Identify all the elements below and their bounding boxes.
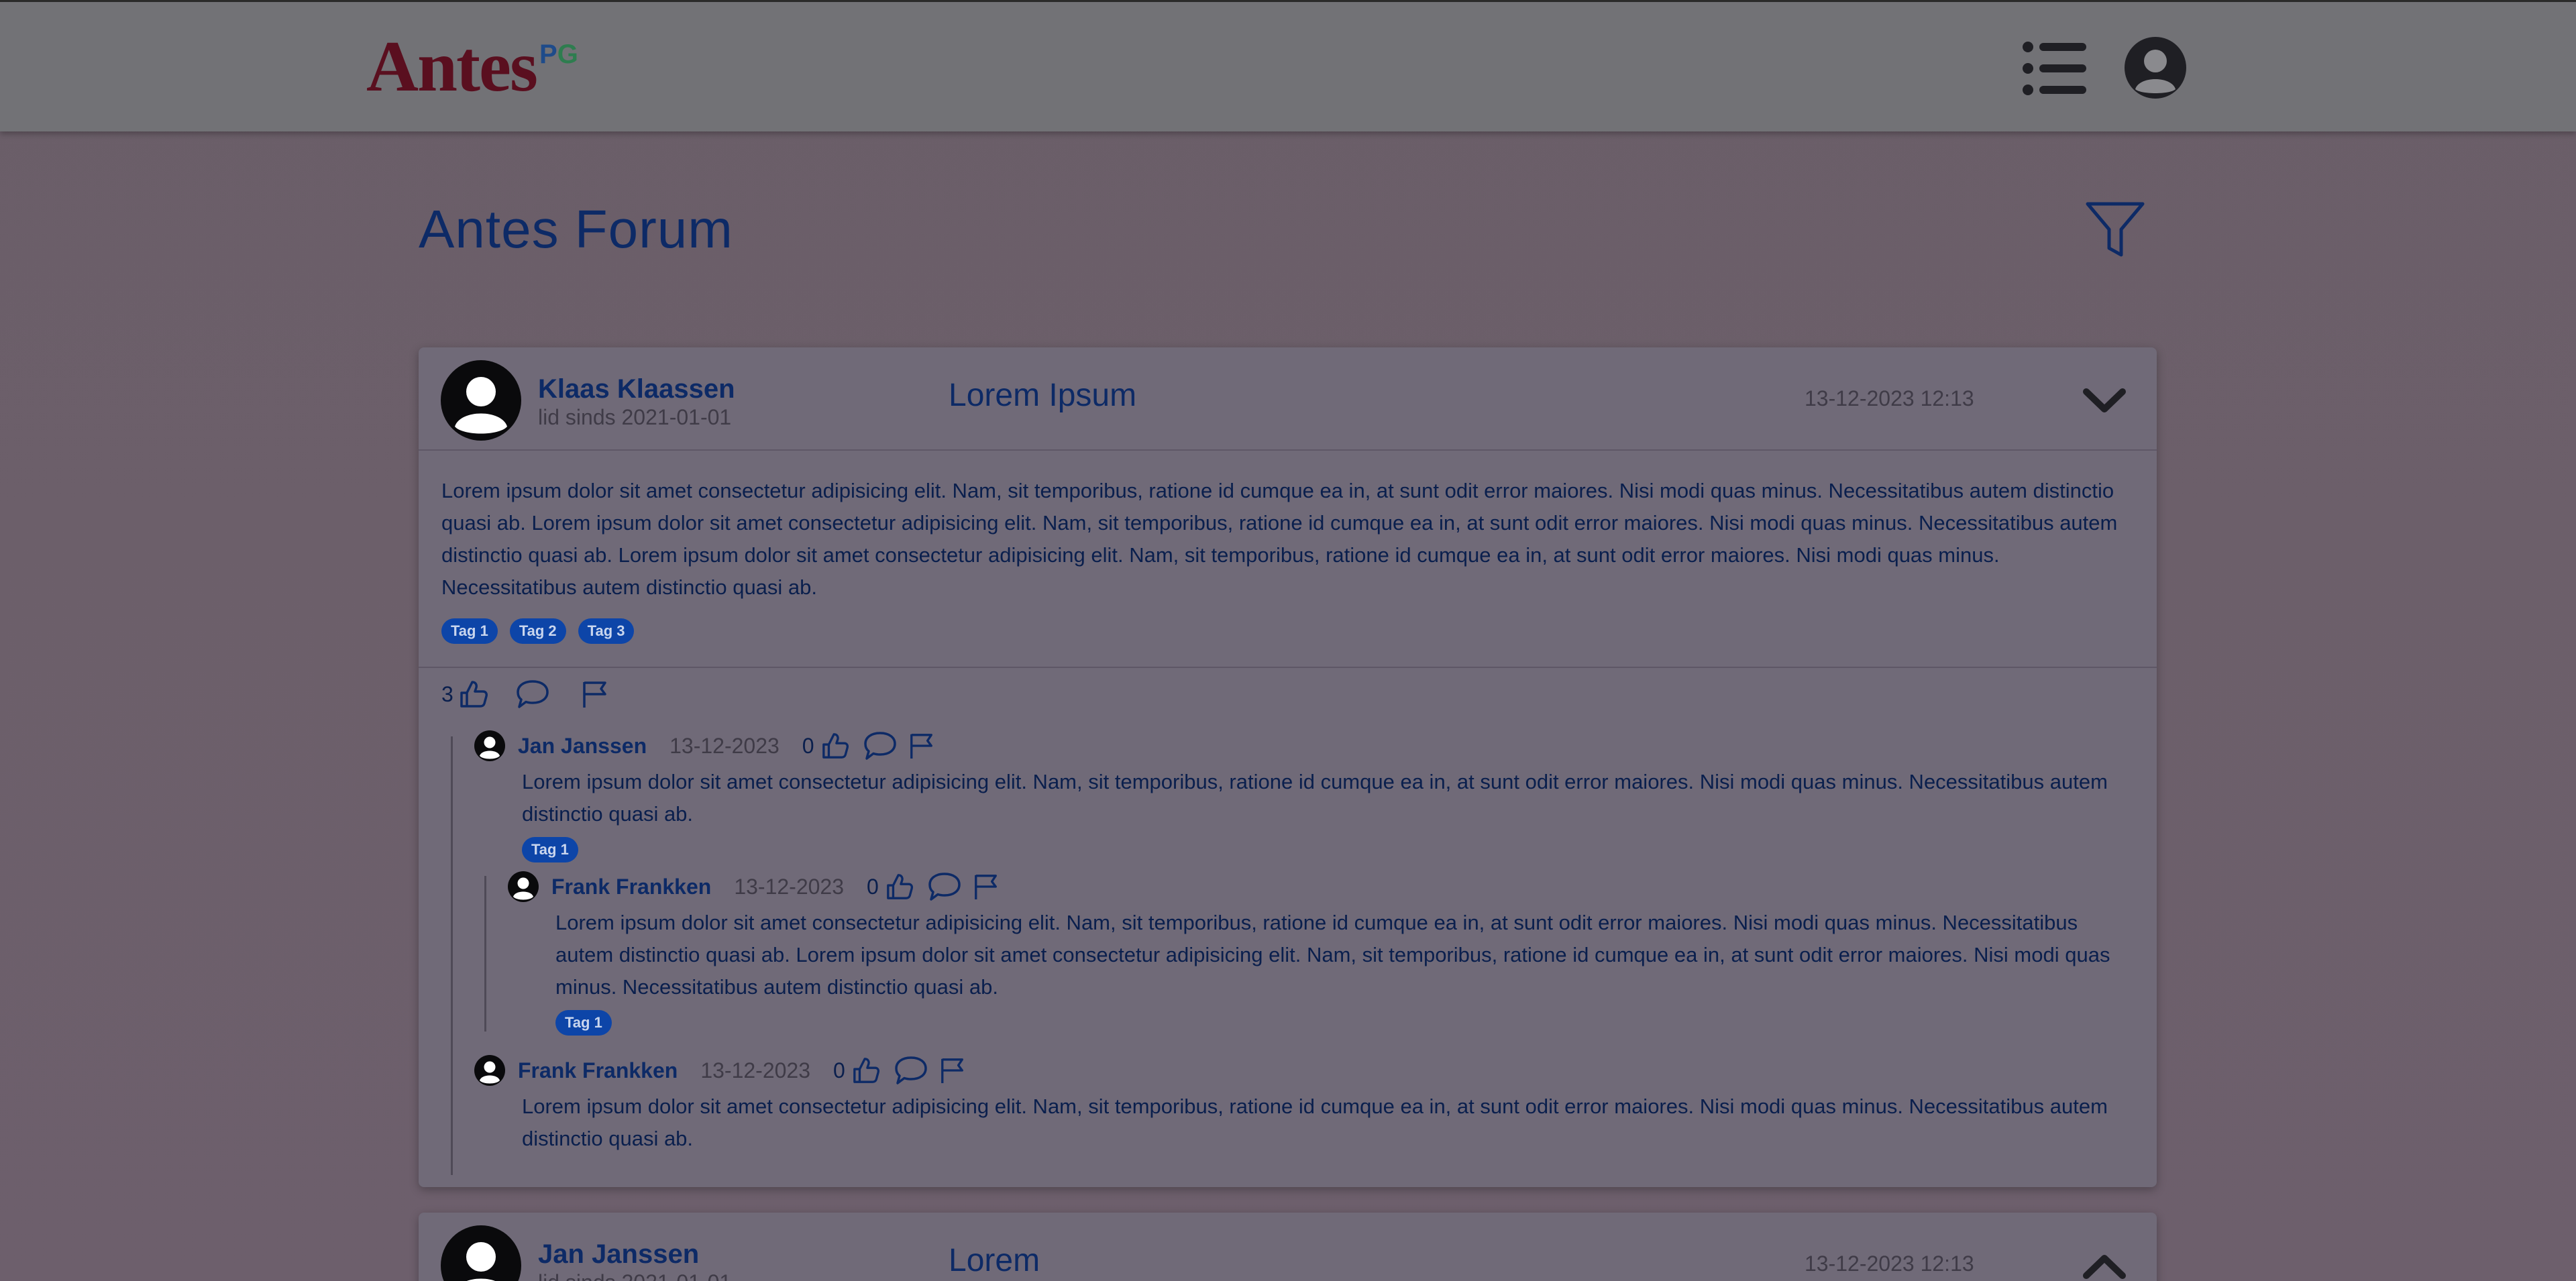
reply-body: Lorem ipsum dolor sit amet consectetur a… [522, 770, 2108, 826]
comment-icon[interactable] [894, 1055, 928, 1086]
user-circle-icon[interactable] [2123, 36, 2188, 100]
thread-line [451, 736, 453, 1175]
reply-body: Lorem ipsum dolor sit amet consectetur a… [555, 911, 2110, 999]
thumbs-up-icon[interactable] [885, 873, 914, 901]
post-body: Lorem ipsum dolor sit amet consectetur a… [441, 479, 2118, 599]
thumbs-up-icon[interactable] [821, 732, 849, 760]
post-member-since: lid sinds 2021-01-01 [538, 405, 732, 429]
chevron-down-icon[interactable] [2082, 386, 2127, 416]
reply-like-count: 0 [867, 874, 879, 899]
post-date: 13-12-2023 12:13 [1805, 1251, 1974, 1276]
post-actions: 3 [441, 679, 609, 710]
reply-date: 13-12-2023 [669, 733, 780, 758]
tag-badge[interactable]: Tag 3 [578, 618, 635, 644]
menu-icon[interactable] [2022, 41, 2086, 96]
comment-icon[interactable] [863, 730, 898, 761]
top-navbar: Antes P G [0, 0, 2576, 131]
thumbs-up-icon[interactable] [852, 1056, 880, 1084]
flag-icon[interactable] [908, 732, 935, 760]
reply-author-name[interactable]: Frank Frankken [518, 1058, 678, 1083]
antes-logo[interactable]: Antes P G [366, 30, 578, 104]
reply-tags: Tag 1 [555, 1010, 612, 1036]
post-card: Jan Janssen lid sinds 2021-01-01 Lorem 1… [419, 1213, 2157, 1281]
tag-badge[interactable]: Tag 1 [555, 1010, 612, 1036]
author-avatar-icon [441, 360, 521, 441]
reply-author-name[interactable]: Frank Frankken [551, 875, 711, 899]
reply-header: Frank Frankken 13-12-2023 0 [474, 1054, 966, 1087]
tag-badge[interactable]: Tag 1 [522, 837, 578, 862]
tag-badge[interactable]: Tag 1 [441, 618, 498, 644]
reply-author-name[interactable]: Jan Janssen [518, 734, 647, 759]
logo-g: G [557, 40, 578, 69]
comment-icon[interactable] [927, 871, 962, 902]
logo-pg-mark: P G [539, 40, 578, 70]
post-member-since: lid sinds 2021-01-01 [538, 1270, 731, 1281]
tag-badge[interactable]: Tag 2 [509, 618, 566, 644]
reply-avatar-icon [508, 871, 539, 902]
post-author-name[interactable]: Jan Janssen [538, 1239, 699, 1270]
logo-text: Antes [366, 27, 538, 107]
reply-header: Jan Janssen 13-12-2023 0 [474, 730, 935, 762]
reply-header: Frank Frankken 13-12-2023 0 [507, 871, 1000, 903]
post-author-name[interactable]: Klaas Klaassen [538, 374, 735, 404]
post-header[interactable]: Jan Janssen lid sinds 2021-01-01 Lorem 1… [419, 1213, 2157, 1281]
reply-body: Lorem ipsum dolor sit amet consectetur a… [522, 1095, 2108, 1150]
post-card: Klaas Klaassen lid sinds 2021-01-01 Lore… [419, 347, 2157, 1187]
post-header[interactable]: Klaas Klaassen lid sinds 2021-01-01 Lore… [419, 347, 2157, 451]
page-title: Antes Forum [419, 199, 733, 259]
reply-avatar-icon [474, 1055, 505, 1086]
post-date: 13-12-2023 12:13 [1805, 386, 1974, 410]
thumbs-up-icon[interactable] [459, 679, 488, 709]
reply-date: 13-12-2023 [734, 874, 844, 899]
reply-like-count: 0 [802, 733, 814, 758]
post-title[interactable]: Lorem Ipsum [949, 377, 1136, 414]
comment-icon[interactable] [515, 679, 550, 710]
post-tags: Tag 1 Tag 2 Tag 3 [441, 618, 635, 644]
chevron-up-icon[interactable] [2082, 1251, 2127, 1281]
post-title[interactable]: Lorem [949, 1242, 1040, 1279]
like-count: 3 [441, 681, 453, 706]
reply-avatar-icon [474, 730, 505, 761]
reply-tags: Tag 1 [522, 837, 578, 862]
reply-like-count: 0 [833, 1058, 845, 1082]
nested-thread-line [484, 876, 486, 1032]
flag-icon[interactable] [973, 873, 1000, 901]
reply-date: 13-12-2023 [700, 1058, 810, 1082]
flag-icon[interactable] [581, 679, 609, 709]
post-divider [419, 667, 2157, 668]
logo-p: P [539, 40, 557, 69]
filter-icon[interactable] [2085, 201, 2145, 258]
flag-icon[interactable] [939, 1056, 966, 1084]
author-avatar-icon [441, 1225, 521, 1281]
